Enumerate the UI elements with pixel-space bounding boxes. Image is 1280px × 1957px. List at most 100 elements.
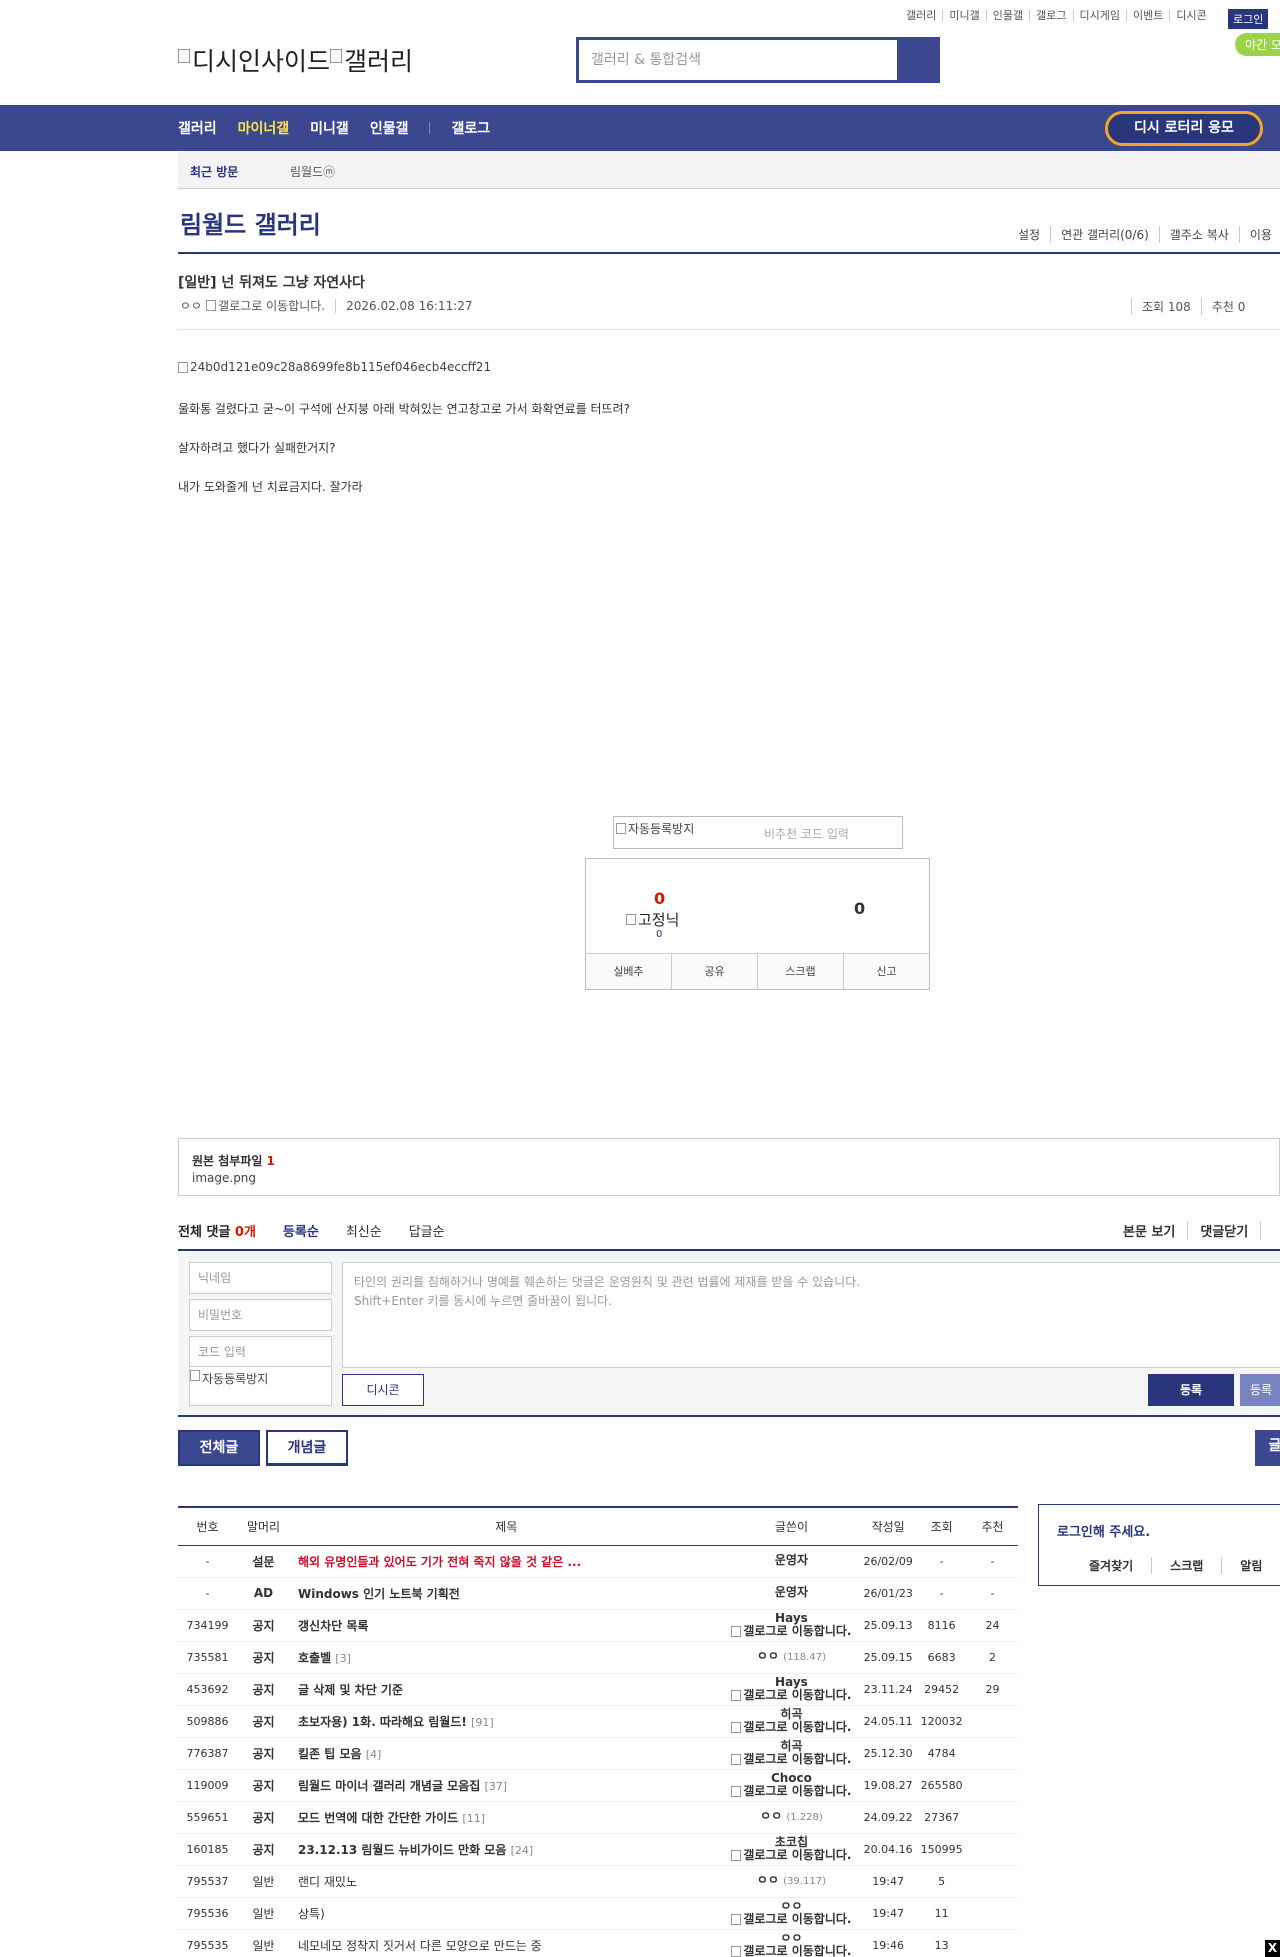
top-link[interactable]: 갤로그 [1029, 10, 1072, 21]
close-comments-button[interactable]: 댓글닫기 [1200, 1221, 1262, 1240]
writer[interactable]: ㅇㅇ (39.117) [723, 1874, 860, 1888]
post-title-link[interactable]: Windows 인기 노트북 기획전 [298, 1587, 460, 1601]
downvote-count[interactable]: 0 [854, 899, 865, 918]
table-row[interactable]: 734199 공지 갱신차단 목록 Hays 갤로그로 이동합니다. 25.09.13 8… [178, 1609, 1018, 1642]
top-link[interactable]: 미니갤 [942, 10, 985, 21]
tab-all-posts[interactable]: 전체글 [178, 1430, 260, 1466]
post-title-cell[interactable]: 상특) [289, 1897, 723, 1930]
post-author[interactable]: ㅇㅇ [180, 297, 202, 314]
post-title-link[interactable]: 네모네모 정착지 짓거서 다른 모양으로 만드는 중 [298, 1939, 542, 1953]
tab-concept-posts[interactable]: 개념글 [266, 1430, 348, 1466]
reply-count[interactable]: [37] [484, 1780, 507, 1793]
notifications-link[interactable]: 알림 [1221, 1557, 1280, 1574]
password-input[interactable]: 비밀번호 [189, 1299, 332, 1331]
table-row[interactable]: 776387 공지 킬존 팁 모음 [4] 히곡 갤로그로 이동합니다. 25.12.30… [178, 1737, 1018, 1770]
table-row[interactable]: - AD Windows 인기 노트북 기획전 운영자 26/01/23- - [178, 1577, 1018, 1610]
table-row[interactable]: 795536 일반 상특) ㅇㅇ 갤로그로 이동합니다. 19:47 11 [178, 1897, 1018, 1930]
gallery-title[interactable]: 림월드 갤러리 [180, 205, 321, 240]
nickname-input[interactable]: 닉네임 [189, 1262, 332, 1294]
top-link[interactable]: 디시콘 [1169, 10, 1212, 21]
post-title-link[interactable]: 랜디 재밌노 [298, 1875, 357, 1889]
post-title-link[interactable]: 23.12.13 림월드 뉴비가이드 만화 모음 [298, 1843, 506, 1857]
post-title-link[interactable]: 모드 번역에 대한 간단한 가이드 [298, 1811, 458, 1825]
table-row[interactable]: - 설문 해외 유명인들과 있어도 기가 전혀 죽지 않을 것 같은 ... 운영자… [178, 1545, 1018, 1578]
close-button[interactable]: X [1265, 1940, 1280, 1957]
post-image[interactable]: 24b0d121e09c28a8699fe8b115ef046ecb4eccff… [178, 360, 491, 374]
sort-replies[interactable]: 답글순 [409, 1221, 445, 1240]
post-title-cell[interactable]: 갱신차단 목록 [289, 1609, 723, 1642]
nav-minor-gallery[interactable]: 마이너갤 [238, 118, 290, 138]
table-row[interactable]: 795537 일반 랜디 재밌노 ㅇㅇ (39.117) 19:47 5 [178, 1865, 1018, 1898]
writer[interactable]: Choco 갤로그로 이동합니다. [723, 1772, 860, 1798]
best-recommend-button[interactable]: 실베추 [586, 954, 671, 989]
writer[interactable]: 운영자 [723, 1586, 860, 1600]
search-input[interactable]: 갤러리 & 통합검색 [579, 40, 897, 80]
post-title-link[interactable]: 호출벨 [298, 1651, 331, 1665]
upvote-count[interactable]: 0 [654, 889, 665, 908]
post-title-cell[interactable]: 킬존 팁 모음 [4] [289, 1737, 723, 1770]
writer[interactable]: 초코칩 갤로그로 이동합니다. [723, 1836, 860, 1862]
lottery-button[interactable]: 디시 로터리 응모 [1105, 111, 1263, 146]
post-title-cell[interactable]: 초보자용) 1화. 따라해요 림월드! [91] [289, 1705, 723, 1738]
site-logo[interactable]: 디시인사이드 갤러리 [178, 42, 413, 78]
top-link[interactable]: 인물갤 [985, 10, 1029, 21]
writer[interactable]: ㅇㅇ 갤로그로 이동합니다. [723, 1900, 860, 1926]
table-row[interactable]: 453692 공지 글 삭제 및 차단 기준 Hays 갤로그로 이동합니다. 23.1… [178, 1673, 1018, 1706]
scrap-link[interactable]: 스크랩 [1151, 1557, 1221, 1574]
comment-textarea[interactable]: 타인의 권리를 침해하거나 명예를 훼손하는 댓글은 운영원칙 및 관련 법률에… [342, 1262, 1280, 1368]
reply-count[interactable]: [91] [471, 1716, 494, 1729]
post-title-cell[interactable]: 모드 번역에 대한 간단한 가이드 [11] [289, 1801, 723, 1834]
post-title-cell[interactable]: 글 삭제 및 차단 기준 [289, 1673, 723, 1706]
scrap-button[interactable]: 스크랩 [757, 954, 843, 989]
top-link[interactable]: 갤러리 [900, 10, 942, 21]
table-row[interactable]: 559651 공지 모드 번역에 대한 간단한 가이드 [11] ㅇㅇ (1.228)… [178, 1801, 1018, 1834]
search-button[interactable] [897, 40, 937, 80]
nav-gallery[interactable]: 갤러리 [178, 118, 217, 138]
table-row[interactable]: 509886 공지 초보자용) 1화. 따라해요 림월드! [91] 히곡 갤로그로 이… [178, 1705, 1018, 1738]
writer[interactable]: 히곡 갤로그로 이동합니다. [723, 1740, 860, 1766]
dccon-button[interactable]: 디시콘 [342, 1374, 424, 1406]
post-title-cell[interactable]: 랜디 재밌노 [289, 1865, 723, 1898]
post-title-cell[interactable]: Windows 인기 노트북 기획전 [289, 1577, 723, 1610]
register-button[interactable]: 등록 [1148, 1374, 1234, 1406]
writer[interactable]: Hays 갤로그로 이동합니다. [723, 1612, 860, 1638]
post-title-cell[interactable]: 23.12.13 림월드 뉴비가이드 만화 모음 [24] [289, 1833, 723, 1866]
post-title-cell[interactable]: 해외 유명인들과 있어도 기가 전혀 죽지 않을 것 같은 ... [289, 1545, 723, 1578]
sort-registered[interactable]: 등록순 [283, 1221, 319, 1240]
writer[interactable]: Hays 갤로그로 이동합니다. [723, 1676, 860, 1702]
writer[interactable]: 히곡 갤로그로 이동합니다. [723, 1708, 860, 1734]
attachment-file-link[interactable]: image.png [192, 1171, 256, 1185]
view-body-button[interactable]: 본문 보기 [1123, 1221, 1189, 1240]
post-title-link[interactable]: 상특) [298, 1907, 325, 1921]
nav-person-gallery[interactable]: 인물갤 [370, 118, 409, 138]
post-title-link[interactable]: 갱신차단 목록 [298, 1619, 368, 1633]
login-prompt[interactable]: 로그인해 주세요. [1057, 1521, 1150, 1540]
table-row[interactable]: 735581 공지 호출벨 [3] ㅇㅇ (118.47) 25.09.15 6683 2 [178, 1641, 1018, 1674]
downvote-code-input[interactable]: 비추천 코드 입력 [764, 825, 849, 842]
post-title-link[interactable]: 초보자용) 1화. 따라해요 림월드! [298, 1715, 467, 1729]
table-row[interactable]: 119009 공지 림월드 마이너 갤러리 개념글 모음집 [37] Choco 갤로그… [178, 1769, 1018, 1802]
gallery-settings-link[interactable]: 설정 [1008, 226, 1050, 243]
recent-visit-item[interactable]: 림월드ⓜ [290, 163, 335, 180]
gallog-link-alt[interactable]: 갤로그로 이동합니다. [218, 297, 325, 314]
reply-count[interactable]: [3] [335, 1652, 351, 1665]
share-button[interactable]: 공유 [671, 954, 757, 989]
writer[interactable]: ㅇㅇ (118.47) [723, 1650, 860, 1664]
table-row[interactable]: 160185 공지 23.12.13 림월드 뉴비가이드 만화 모음 [24] 초코칩… [178, 1833, 1018, 1866]
night-mode-button[interactable]: 야간 모 [1235, 33, 1280, 56]
post-title-cell[interactable]: 림월드 마이너 갤러리 개념글 모음집 [37] [289, 1769, 723, 1802]
reply-count[interactable]: [11] [462, 1812, 485, 1825]
post-title-link[interactable]: 글 삭제 및 차단 기준 [298, 1683, 403, 1697]
reply-count[interactable]: [24] [511, 1844, 534, 1857]
related-gallery-link[interactable]: 연관 갤러리(0/6) [1050, 226, 1159, 243]
writer[interactable]: ㅇㅇ 갤로그로 이동합니다. [723, 1932, 860, 1957]
writer[interactable]: ㅇㅇ (1.228) [723, 1810, 860, 1824]
copy-url-link[interactable]: 갤주소 복사 [1158, 226, 1239, 243]
post-title-cell[interactable]: 네모네모 정착지 짓거서 다른 모양으로 만드는 중 [289, 1929, 723, 1957]
post-title-link[interactable]: 림월드 마이너 갤러리 개념글 모음집 [298, 1779, 480, 1793]
code-input[interactable]: 코드 입력 [189, 1336, 332, 1368]
nav-mini-gallery[interactable]: 미니갤 [310, 118, 349, 138]
writer[interactable]: 운영자 [723, 1554, 860, 1568]
post-title-link[interactable]: 킬존 팁 모음 [298, 1747, 362, 1761]
login-button[interactable]: 로그인 [1228, 9, 1269, 29]
